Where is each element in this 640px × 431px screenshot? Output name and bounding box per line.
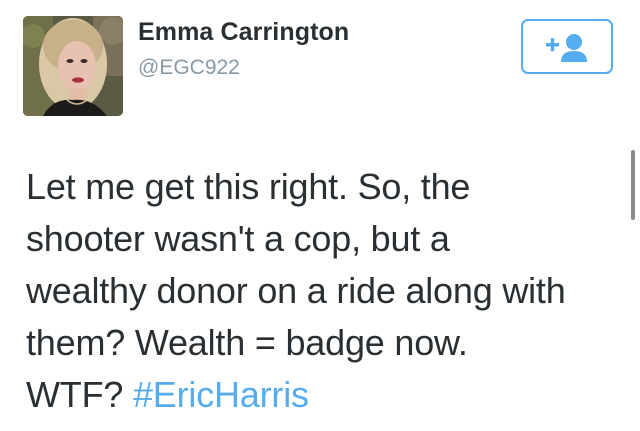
avatar[interactable]: [23, 16, 123, 116]
user-handle[interactable]: @EGC922: [138, 56, 240, 80]
profile-photo: [23, 16, 123, 116]
tweet-line: Let me get this right. So, the: [26, 166, 471, 207]
hashtag-link[interactable]: #EricHarris: [133, 374, 309, 415]
tweet-line-last: WTF? #EricHarris: [26, 369, 626, 421]
tweet-text: Let me get this right. So, the shooter w…: [26, 161, 626, 421]
tweet-line: wealthy donor on a ride along with: [26, 270, 566, 311]
follow-button[interactable]: [521, 19, 613, 74]
tweet-line-prefix: WTF?: [26, 374, 133, 415]
display-name[interactable]: Emma Carrington: [138, 18, 349, 47]
tweet-line: them? Wealth = badge now.: [26, 322, 468, 363]
add-user-icon: [546, 34, 587, 62]
tweet-card: Emma Carrington @EGC922 Let me get this …: [0, 0, 640, 431]
tweet-line: shooter wasn't a cop, but a: [26, 218, 450, 259]
scrollbar[interactable]: [631, 150, 635, 220]
